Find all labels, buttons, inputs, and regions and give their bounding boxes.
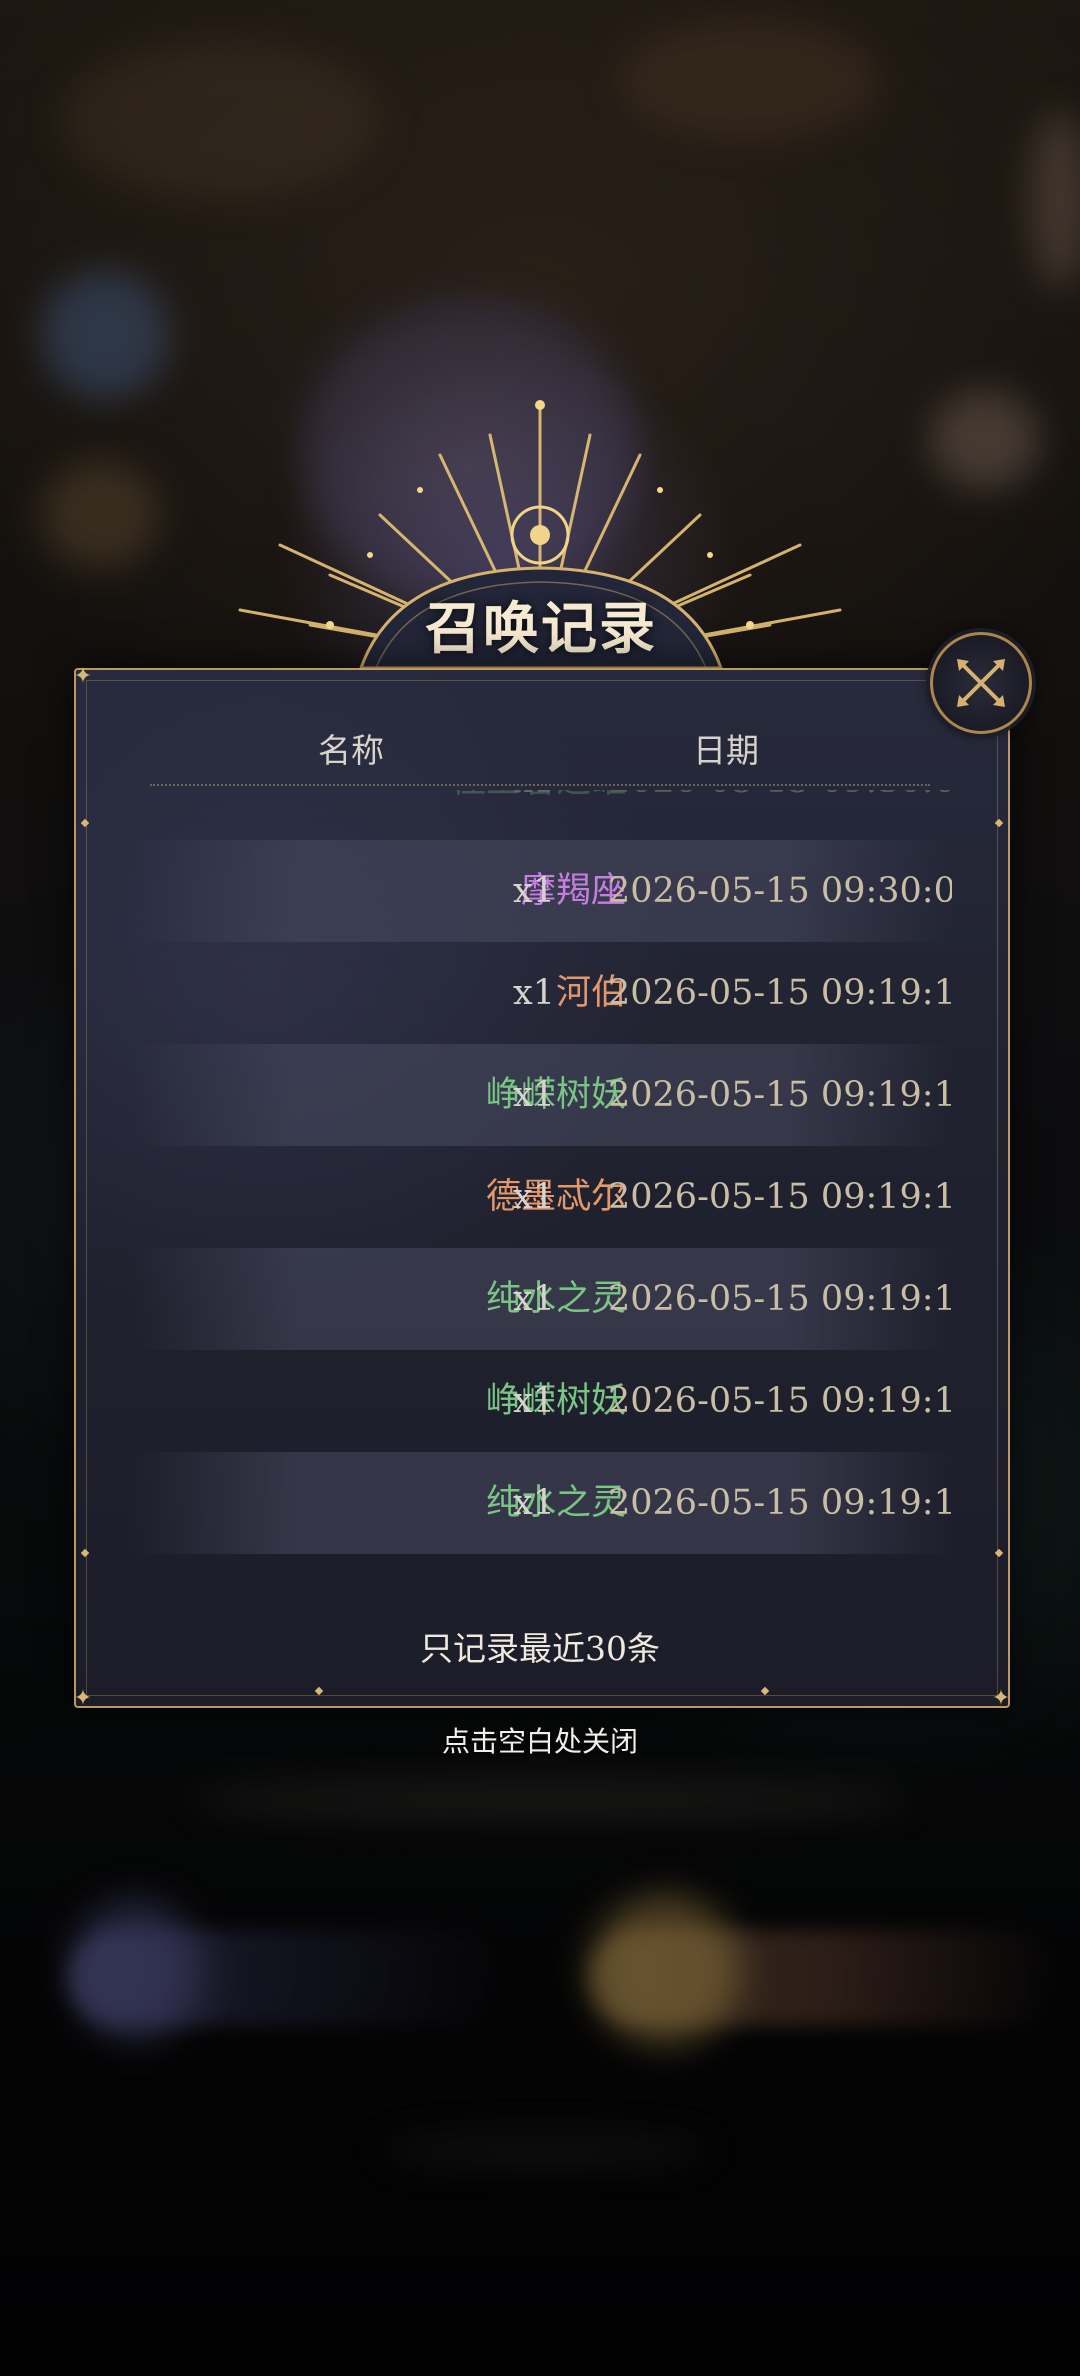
record-row: 德墨忒尔 x1 2026-05-15 09:19:11 <box>132 1146 952 1248</box>
record-name: 峥嵘树妖 <box>485 1075 626 1115</box>
record-name: 德墨忒尔 <box>485 1177 626 1217</box>
record-quantity: x1 <box>513 973 556 1013</box>
column-header-date: 日期 <box>693 731 759 770</box>
side-ornament-icon <box>994 1548 1004 1558</box>
title-plaque: 召唤记录 <box>356 560 726 670</box>
record-date: 2026-05-15 09:19:11 <box>608 1177 952 1217</box>
record-limit-note: 只记录最近30条 <box>420 1629 660 1668</box>
corner-ornament-icon: ✦ <box>73 664 93 689</box>
record-name: 峥嵘树妖 <box>485 1381 626 1421</box>
dialog-title: 召唤记录 <box>425 596 657 662</box>
record-quantity: x1 <box>513 1177 556 1217</box>
record-date: 2026-05-15 09:30:03 <box>608 871 952 911</box>
side-ornament-icon <box>314 1686 324 1696</box>
record-date: 2026-05-15 09:19:11 <box>608 1483 952 1523</box>
side-ornament-icon <box>80 1548 90 1558</box>
summon-record-list[interactable]: 住王者之罐 x1 2026-05-15 09:30:03 摩羯座 x1 2026… <box>132 790 952 1590</box>
column-header-name: 名称 <box>318 731 384 770</box>
tap-blank-to-close-hint: 点击空白处关闭 <box>441 1725 638 1758</box>
corner-ornament-icon: ✦ <box>73 1686 93 1711</box>
record-row: 纯水之灵 x1 2026-05-15 09:19:11 <box>132 1452 952 1554</box>
side-ornament-icon <box>760 1686 770 1696</box>
record-row: 纯水之灵 x1 2026-05-15 09:19:11 <box>132 1248 952 1350</box>
record-date: 2026-05-15 09:30:03 <box>608 790 952 832</box>
side-ornament-icon <box>80 818 90 828</box>
record-row: 峥嵘树妖 x1 2026-05-15 09:19:11 <box>132 1350 952 1452</box>
close-button[interactable] <box>930 632 1032 734</box>
header-divider <box>150 784 930 786</box>
side-ornament-icon <box>994 818 1004 828</box>
record-date: 2026-05-15 09:19:11 <box>608 1381 952 1421</box>
record-row: 河伯 x1 2026-05-15 09:19:11 <box>132 942 952 1044</box>
record-name: 纯水之灵 <box>485 1279 626 1319</box>
record-date: 2026-05-15 09:19:11 <box>608 973 952 1013</box>
corner-ornament-icon: ✦ <box>991 1686 1011 1711</box>
record-quantity: x1 <box>513 1381 556 1421</box>
record-date: 2026-05-15 09:19:11 <box>608 1279 952 1319</box>
record-row: 摩羯座 x1 2026-05-15 09:30:03 <box>132 840 952 942</box>
close-x-icon <box>957 659 1005 707</box>
record-name: 纯水之灵 <box>485 1483 626 1523</box>
record-quantity: x1 <box>513 1483 556 1523</box>
record-row: 住王者之罐 x1 2026-05-15 09:30:03 <box>132 790 952 832</box>
record-date: 2026-05-15 09:19:11 <box>608 1075 952 1115</box>
record-row: 峥嵘树妖 x1 2026-05-15 09:19:11 <box>132 1044 952 1146</box>
record-quantity: x1 <box>513 1075 556 1115</box>
record-quantity: x1 <box>513 790 555 832</box>
record-quantity: x1 <box>513 1279 556 1319</box>
record-quantity: x1 <box>513 871 556 911</box>
